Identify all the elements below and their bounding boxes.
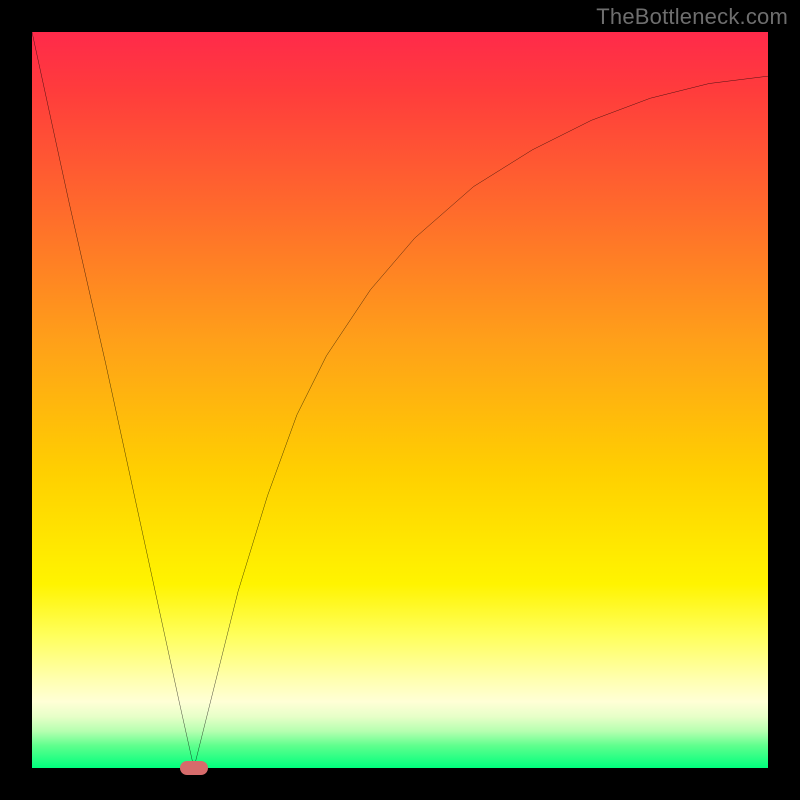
watermark-text: TheBottleneck.com: [596, 4, 788, 30]
curve-left-branch: [32, 32, 194, 768]
curve-right-branch: [194, 76, 768, 768]
plot-area: [32, 32, 768, 768]
minimum-marker: [180, 761, 208, 775]
chart-frame: TheBottleneck.com: [0, 0, 800, 800]
bottleneck-curve: [32, 32, 768, 768]
